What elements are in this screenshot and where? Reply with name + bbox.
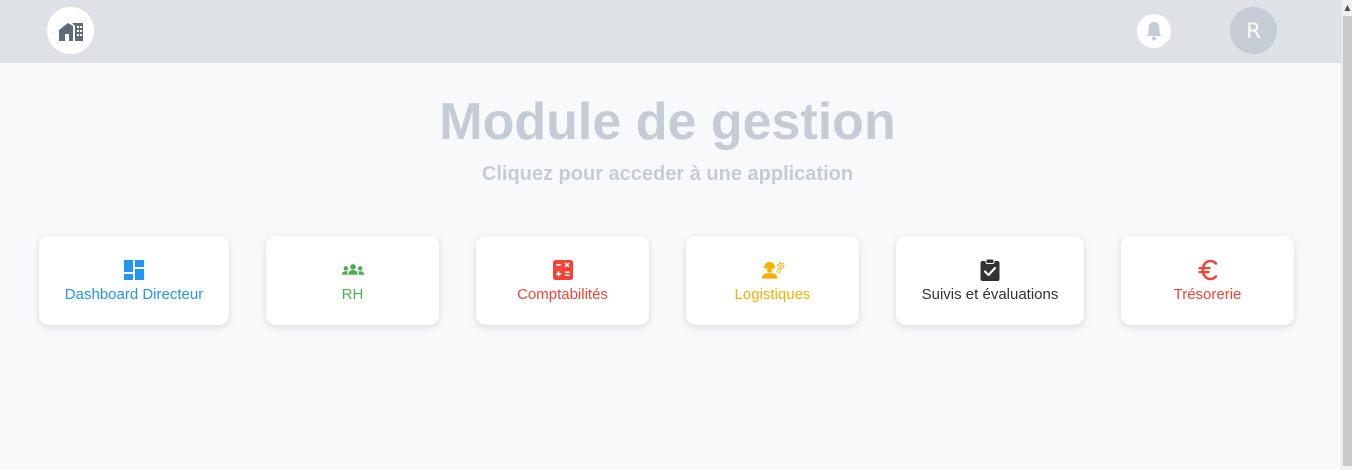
notifications-button[interactable] (1137, 14, 1171, 48)
vertical-scrollbar[interactable]: ▲ (1341, 0, 1352, 470)
user-avatar[interactable]: R (1230, 7, 1277, 54)
app-card-rh[interactable]: RH (266, 236, 439, 325)
page-title: Module de gestion (439, 93, 896, 151)
app-card-suivis-evaluations[interactable]: Suivis et évaluations (896, 236, 1084, 325)
app-card-label: Trésorerie (1173, 286, 1242, 303)
scroll-up-arrow-icon[interactable]: ▲ (1343, 3, 1352, 12)
app-card-dashboard-directeur[interactable]: Dashboard Directeur (39, 236, 229, 325)
app-card-label: Comptabilités (517, 286, 608, 303)
app-card-label: Logistiques (734, 286, 811, 303)
home-building-icon (58, 22, 83, 41)
scrollbar-thumb[interactable] (1343, 16, 1352, 466)
dashboard-icon (122, 258, 146, 282)
app-card-label: RH (341, 286, 364, 303)
page-subtitle: Cliquez pour acceder à une application (481, 163, 854, 185)
euro-icon (1196, 258, 1220, 282)
app-card-label: Suivis et évaluations (921, 286, 1059, 303)
team-icon (341, 258, 365, 282)
app-card-logistiques[interactable]: Logistiques (686, 236, 859, 325)
app-card-comptabilites[interactable]: Comptabilités (476, 236, 649, 325)
app-card-tresorerie[interactable]: Trésorerie (1121, 236, 1294, 325)
calculator-icon (551, 258, 575, 282)
app-card-label: Dashboard Directeur (64, 286, 204, 303)
top-navigation-bar: R (0, 0, 1341, 63)
home-logo-button[interactable] (47, 7, 94, 54)
engineer-icon (761, 258, 785, 282)
clipboard-check-icon (978, 258, 1002, 282)
bell-icon (1146, 22, 1162, 41)
